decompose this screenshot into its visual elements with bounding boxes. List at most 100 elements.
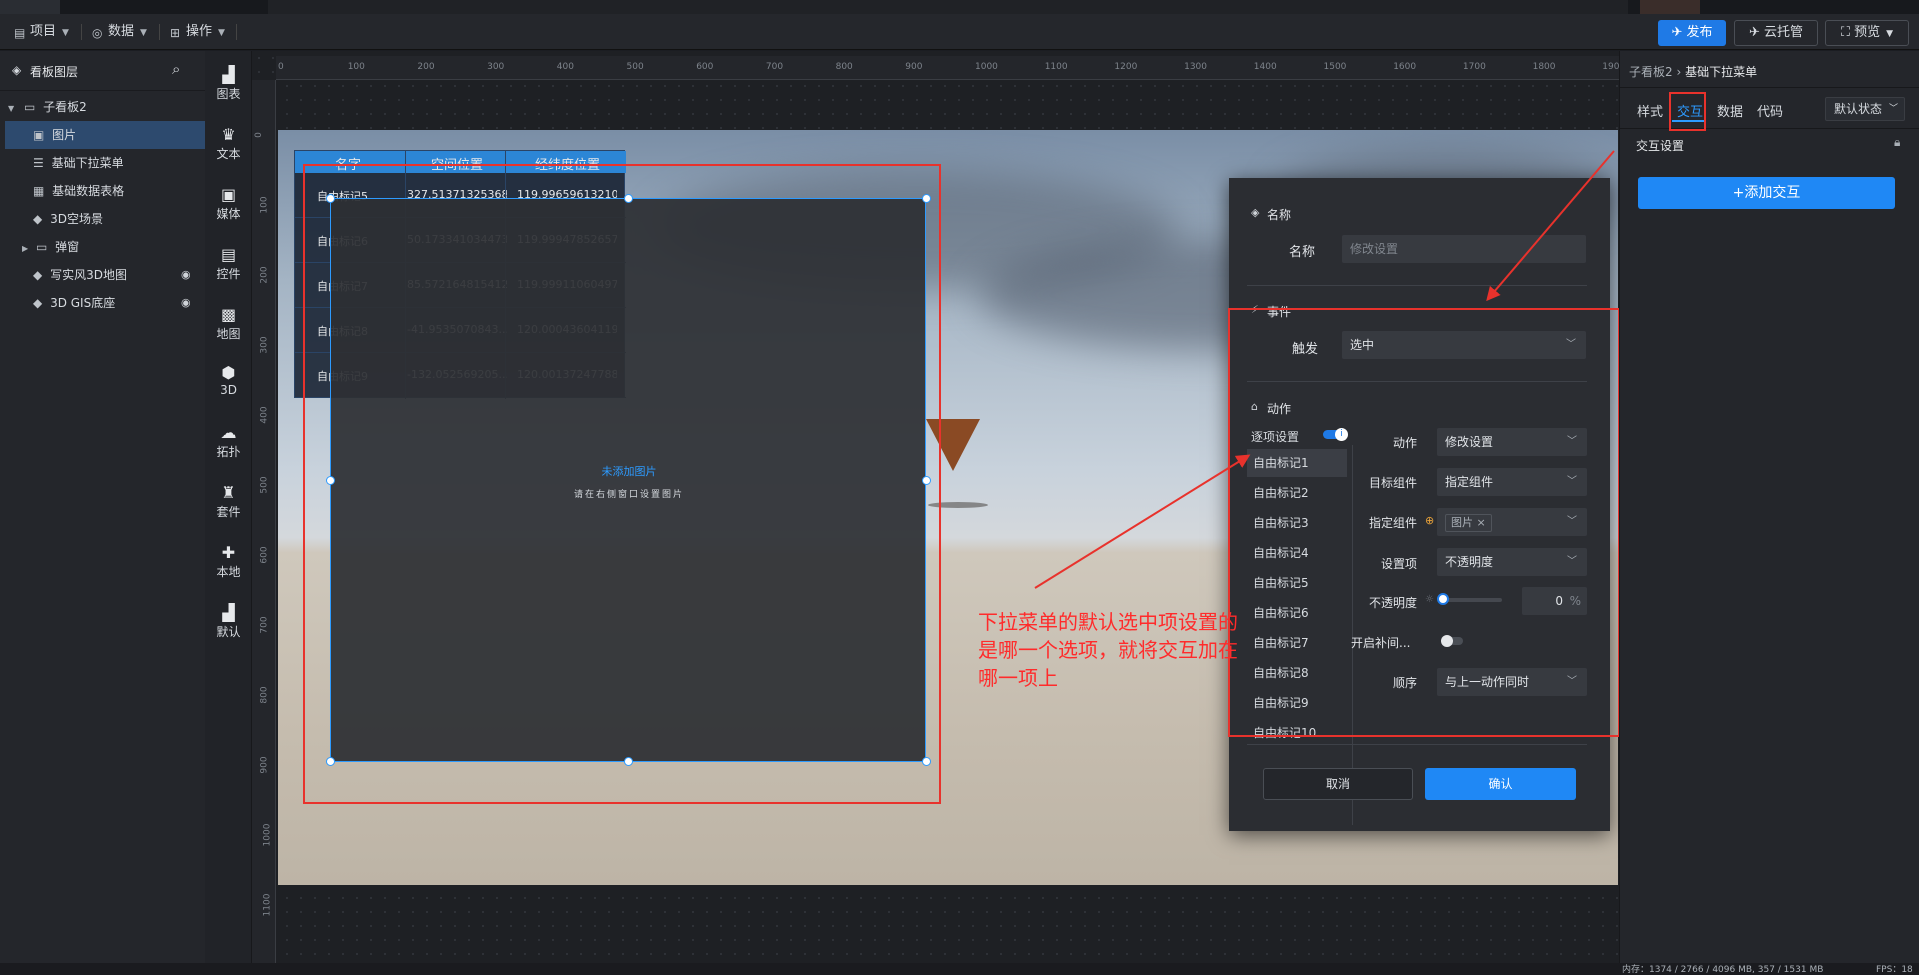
divider [159,24,160,40]
ruler-tick-label: 0 [278,62,284,72]
component-kit[interactable]: ♜ 套件 [205,483,252,520]
ruler-tick-label: 200 [259,266,270,284]
text-icon: ♛ [221,125,236,144]
ruler-tick-label: 900 [259,756,270,774]
component-chart[interactable]: ▟ 图表 [205,65,252,102]
cube-icon: ◆ [33,212,43,226]
menu-operation[interactable]: ⊞ 操作 ▼ [168,19,225,45]
ruler-tick-label: 1000 [975,62,998,72]
name-input[interactable]: 修改设置 [1342,235,1586,263]
component-bar: ▟ 图表 ♛ 文本 ▣ 媒体 ▤ 控件 ▩ 地图 ⬢ 3D ☁ 拓扑 ♜ 套件 ✚ 本地 ▟ 默认 [205,51,252,975]
component-local[interactable]: ✚ 本地 [205,543,252,580]
annotation-text: 下拉菜单的默认选中项设置的是哪一个选项，就将交互加在哪一项上 [978,610,1238,690]
state-select[interactable]: 默认状态 ﹀ [1825,97,1905,121]
cancel-button[interactable]: 取消 [1263,768,1413,800]
component-control[interactable]: ▤ 控件 [205,245,252,282]
top-strip-block [268,0,1628,14]
menu-data-label: 数据 [108,24,135,39]
chevron-down-icon: ▼ [140,28,147,38]
hidden-eye-icon[interactable]: ◉ [181,261,191,289]
layer-item-label: 图片 [52,128,77,142]
component-label: 默认 [216,625,241,639]
component-label: 文本 [216,147,241,161]
top-strip-block [1640,0,1700,14]
layer-panel: ◈ 看板图层 ⌕ ▼ ▭ 子看板2 ▣ 图片 ☰ 基础下拉菜单 ▦ 基础数据表格… [0,51,205,975]
layer-item-board[interactable]: ▼ ▭ 子看板2 [0,93,205,121]
ruler-tick-label: 300 [487,62,505,72]
ruler-tick-label: 800 [259,686,270,704]
ruler-tick-label: 600 [259,546,270,564]
component-default[interactable]: ▟ 默认 [205,603,252,640]
component-label: 本地 [216,565,241,579]
component-label: 3D [220,383,237,397]
ruler-tick-label: 400 [259,406,270,424]
section-title: 交互设置 [1636,139,1685,153]
annotation-box [1228,308,1620,737]
component-3d[interactable]: ⬢ 3D [205,363,252,397]
chevron-down-icon: ▼ [1886,29,1894,39]
send-icon: ✈ [1671,25,1687,40]
ruler-tick-label: 800 [835,62,853,72]
name-input-placeholder: 修改设置 [1350,242,1399,256]
layer-item-popup[interactable]: ▶ ▭ 弹窗 [5,233,205,261]
confirm-button[interactable]: 确认 [1425,768,1576,800]
layer-item-label: 弹窗 [55,240,80,254]
layer-item-image[interactable]: ▣ 图片 [5,121,205,149]
layer-item-3d-map[interactable]: ◆ 写实风3D地图 ◉ [5,261,205,289]
tab-code[interactable]: 代码 [1757,101,1783,120]
layer-item-dropdown[interactable]: ☰ 基础下拉菜单 [5,149,205,177]
layer-item-3d-gis[interactable]: ◆ 3D GIS底座 ◉ [5,289,205,317]
ruler-tick-label: 200 [417,62,435,72]
layer-panel-title: 看板图层 [30,65,79,79]
component-topology[interactable]: ☁ 拓扑 [205,423,252,460]
preview-button[interactable]: ⛶ 预览 ▼ [1825,20,1909,46]
ruler-tick-label: 500 [259,476,270,494]
chevron-down-icon: ﹀ [1888,104,1898,114]
component-text[interactable]: ♛ 文本 [205,125,252,162]
kit-icon: ♜ [221,483,236,502]
menu-project-label: 项目 [30,24,57,39]
caret-down-icon: ▼ [8,104,15,113]
annotation-box [303,164,941,804]
property-panel: 子看板2 › 基础下拉菜单 样式 交互 数据 代码 默认状态 ﹀ 交互设置 🔒︎ … [1619,51,1919,975]
cloud-hosting-button[interactable]: ✈ 云托管 [1734,20,1818,46]
tab-data[interactable]: 数据 [1717,101,1743,120]
layer-item-label: 基础数据表格 [52,184,125,198]
ruler-tick-label: 1500 [1323,62,1347,72]
state-select-value: 默认状态 [1834,102,1883,116]
component-media[interactable]: ▣ 媒体 [205,185,252,222]
cancel-label: 取消 [1325,777,1350,791]
ruler-tick-label: 100 [347,62,365,72]
chevron-down-icon: ▼ [218,28,225,38]
divider [81,24,82,40]
ruler-tick-label: 400 [556,62,574,72]
menu-project[interactable]: ▤ 项目 ▼ [12,19,69,45]
media-icon: ▣ [220,185,237,204]
component-map[interactable]: ▩ 地图 [205,305,252,342]
breadcrumb-parent[interactable]: 子看板2 [1629,65,1673,79]
publish-button[interactable]: ✈ 发布 [1658,20,1726,46]
search-icon[interactable]: ⌕ [172,60,180,78]
hidden-eye-icon[interactable]: ◉ [181,289,191,317]
cloud-label: 云托管 [1764,25,1804,40]
ruler-tick-label: 600 [696,62,714,72]
ruler-tick-label: 1000 [262,823,273,847]
tab-style[interactable]: 样式 [1637,101,1663,120]
horizontal-ruler: 0 100 200 300 400 500 600 700 800 900 1000 1100 1200… [276,56,1625,80]
status-bar: 内存：1374 / 2766 / 4096 MB, 357 / 1531 MB … [0,963,1919,975]
menu-operation-label: 操作 [186,24,213,39]
monitor-icon: ▭ [23,100,36,114]
add-interaction-button[interactable]: +添加交互 [1638,177,1895,209]
annotation-box [1669,92,1706,131]
layer-item-label: 写实风3D地图 [50,268,127,282]
ruler-tick-label: 1700 [1462,62,1486,72]
layer-item-table[interactable]: ▦ 基础数据表格 [5,177,205,205]
lock-icon[interactable]: 🔒︎ [1894,135,1900,150]
component-label: 媒体 [216,207,241,221]
divider [1247,285,1587,286]
layer-item-3d-scene[interactable]: ◆ 3D空场景 [5,205,205,233]
top-toolbar: ▤ 项目 ▼ ◎ 数据 ▼ ⊞ 操作 ▼ [0,14,1919,50]
dropdown-icon: ☰ [33,156,44,170]
menu-data[interactable]: ◎ 数据 ▼ [90,19,147,45]
breadcrumb-current: 基础下拉菜单 [1685,65,1758,79]
